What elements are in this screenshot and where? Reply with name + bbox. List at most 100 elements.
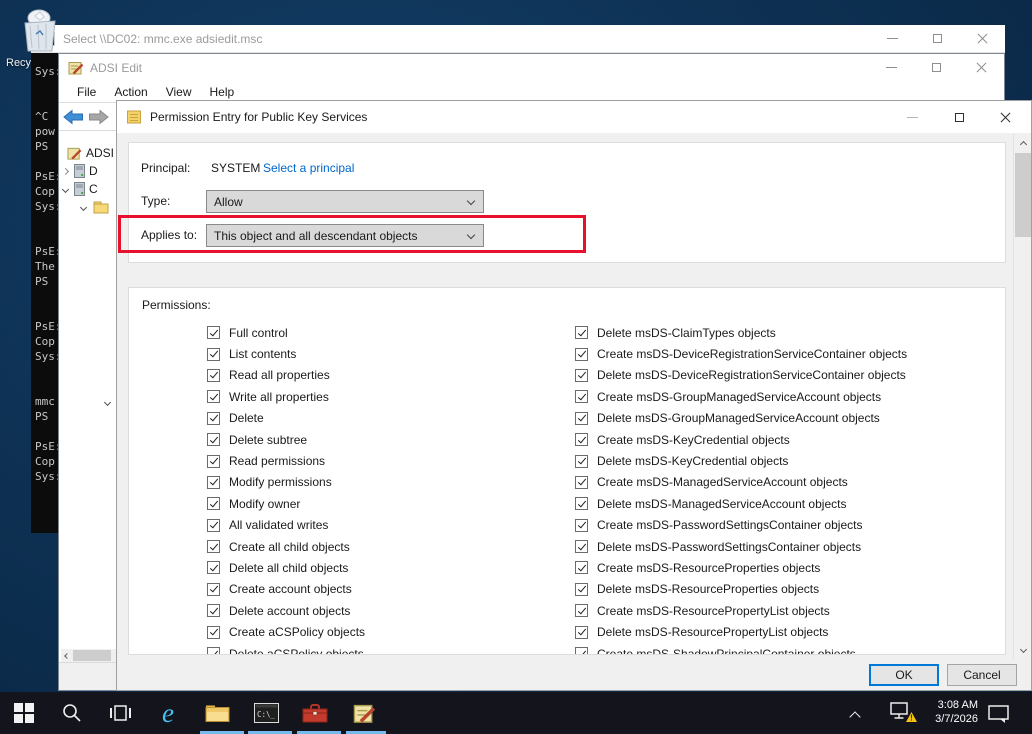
permission-label: Modify permissions	[229, 475, 332, 489]
permission-checkbox-checked[interactable]	[207, 390, 220, 403]
permission-checkbox-checked[interactable]	[207, 647, 220, 655]
permission-row: Delete msDS-ManagedServiceAccount object…	[575, 493, 907, 514]
permission-label: Delete account objects	[229, 604, 350, 618]
tray-time: 3:08 AM	[918, 698, 978, 712]
permissions-column-right: Delete msDS-ClaimTypes objects Create ms…	[575, 322, 907, 655]
console-title-bar[interactable]: C:\ Select \\DC02: mmc.exe adsiedit.msc	[31, 25, 1005, 53]
scrollbar-thumb[interactable]	[73, 650, 111, 661]
permission-checkbox-checked[interactable]	[207, 412, 220, 425]
check-icon	[209, 605, 217, 614]
console-maximize-button[interactable]	[915, 25, 960, 52]
scroll-up-button[interactable]	[1014, 134, 1032, 151]
permission-checkbox-checked[interactable]	[575, 540, 588, 553]
permission-checkbox-checked[interactable]	[207, 348, 220, 361]
permission-checkbox-checked[interactable]	[207, 433, 220, 446]
dialog-title-bar[interactable]: Permission Entry for Public Key Services	[117, 101, 1031, 133]
chevron-down-icon[interactable]	[80, 203, 87, 210]
check-icon	[577, 477, 585, 486]
permission-checkbox-checked[interactable]	[575, 412, 588, 425]
adsi-close-button[interactable]	[959, 54, 1004, 81]
permission-checkbox-checked[interactable]	[575, 369, 588, 382]
menu-item[interactable]: Action	[105, 85, 156, 99]
network-status-icon[interactable]: !	[890, 702, 918, 724]
tray-clock[interactable]: 3:08 AM 3/7/2026	[918, 698, 978, 726]
permission-checkbox-checked[interactable]	[575, 476, 588, 489]
permission-checkbox-checked[interactable]	[575, 647, 588, 655]
chevron-right-icon[interactable]	[62, 167, 69, 174]
permission-label: Write all properties	[229, 390, 329, 404]
task-view-icon	[108, 703, 132, 723]
dropdown-chevron-icon	[467, 197, 475, 205]
start-button[interactable]	[10, 699, 38, 727]
permission-checkbox-checked[interactable]	[575, 348, 588, 361]
permission-checkbox-checked[interactable]	[207, 561, 220, 574]
console-close-button[interactable]	[960, 25, 1005, 52]
scrollbar-thumb[interactable]	[1015, 153, 1031, 237]
adsi-title-bar[interactable]: ADSI Edit	[59, 54, 1004, 81]
permission-row: Delete msDS-DeviceRegistrationServiceCon…	[575, 365, 907, 386]
permission-checkbox-checked[interactable]	[575, 433, 588, 446]
permission-checkbox-checked[interactable]	[575, 497, 588, 510]
permission-checkbox-checked[interactable]	[575, 390, 588, 403]
permission-label: Read permissions	[229, 454, 325, 468]
permission-checkbox-checked[interactable]	[207, 326, 220, 339]
recycle-bin-label: Recy	[6, 57, 31, 69]
action-center-icon[interactable]	[988, 705, 1010, 724]
permission-checkbox-checked[interactable]	[207, 583, 220, 596]
tree-scroll-down-icon[interactable]	[104, 399, 111, 406]
select-a-principal-link[interactable]: Select a principal	[263, 161, 354, 175]
permission-row: Full control	[207, 322, 365, 343]
taskbar-adsi-edit-button[interactable]	[350, 699, 378, 727]
taskbar-search-button[interactable]	[58, 699, 86, 727]
back-button[interactable]	[63, 109, 84, 125]
recycle-bin-icon[interactable]	[18, 6, 62, 54]
permission-label: Delete msDS-ManagedServiceAccount object…	[597, 497, 846, 511]
permission-checkbox-checked[interactable]	[575, 561, 588, 574]
check-icon	[577, 349, 585, 358]
menu-item[interactable]: Help	[201, 85, 244, 99]
permission-checkbox-checked[interactable]	[207, 369, 220, 382]
permission-checkbox-checked[interactable]	[575, 326, 588, 339]
chevron-down-icon[interactable]	[62, 185, 69, 192]
permission-label: Delete msDS-GroupManagedServiceAccount o…	[597, 411, 880, 425]
permission-checkbox-checked[interactable]	[207, 497, 220, 510]
permission-checkbox-checked[interactable]	[207, 519, 220, 532]
dialog-close-button[interactable]	[982, 101, 1029, 133]
menu-item[interactable]: View	[157, 85, 201, 99]
taskbar-internet-explorer-button[interactable]: e	[154, 699, 182, 727]
permission-label: Create msDS-ShadowPrincipalContainer obj…	[597, 647, 856, 655]
permission-checkbox-checked[interactable]	[575, 455, 588, 468]
permission-checkbox-checked[interactable]	[575, 626, 588, 639]
menu-item[interactable]: File	[68, 85, 105, 99]
permission-checkbox-checked[interactable]	[575, 604, 588, 617]
principal-value: SYSTEM	[211, 161, 260, 175]
taskbar-admin-tools-button[interactable]	[301, 699, 329, 727]
dialog-vertical-scrollbar[interactable]	[1013, 134, 1031, 659]
permission-checkbox-checked[interactable]	[207, 604, 220, 617]
taskbar-file-explorer-button[interactable]	[203, 699, 231, 727]
task-view-button[interactable]	[106, 699, 134, 727]
dialog-maximize-button[interactable]	[936, 101, 983, 133]
type-dropdown[interactable]: Allow	[206, 190, 484, 213]
adsi-minimize-button[interactable]	[869, 54, 914, 81]
scroll-left-icon[interactable]	[61, 654, 73, 658]
permission-checkbox-checked[interactable]	[575, 583, 588, 596]
type-label: Type:	[141, 194, 170, 208]
console-minimize-button[interactable]	[870, 25, 915, 52]
forward-button[interactable]	[88, 109, 109, 125]
permission-checkbox-checked[interactable]	[575, 519, 588, 532]
permission-checkbox-checked[interactable]	[207, 476, 220, 489]
permission-row: List contents	[207, 343, 365, 364]
check-icon	[577, 456, 585, 465]
cancel-button[interactable]: Cancel	[947, 664, 1017, 686]
permission-checkbox-checked[interactable]	[207, 455, 220, 468]
tree-horizontal-scrollbar[interactable]	[61, 649, 117, 662]
permission-checkbox-checked[interactable]	[207, 540, 220, 553]
permission-label: All validated writes	[229, 518, 328, 532]
scroll-down-button[interactable]	[1014, 642, 1032, 659]
tree-node-label: D	[89, 164, 98, 178]
ok-button[interactable]: OK	[869, 664, 939, 686]
permission-checkbox-checked[interactable]	[207, 626, 220, 639]
adsi-maximize-button[interactable]	[914, 54, 959, 81]
taskbar-cmd-button[interactable]: C:\_	[252, 699, 280, 727]
